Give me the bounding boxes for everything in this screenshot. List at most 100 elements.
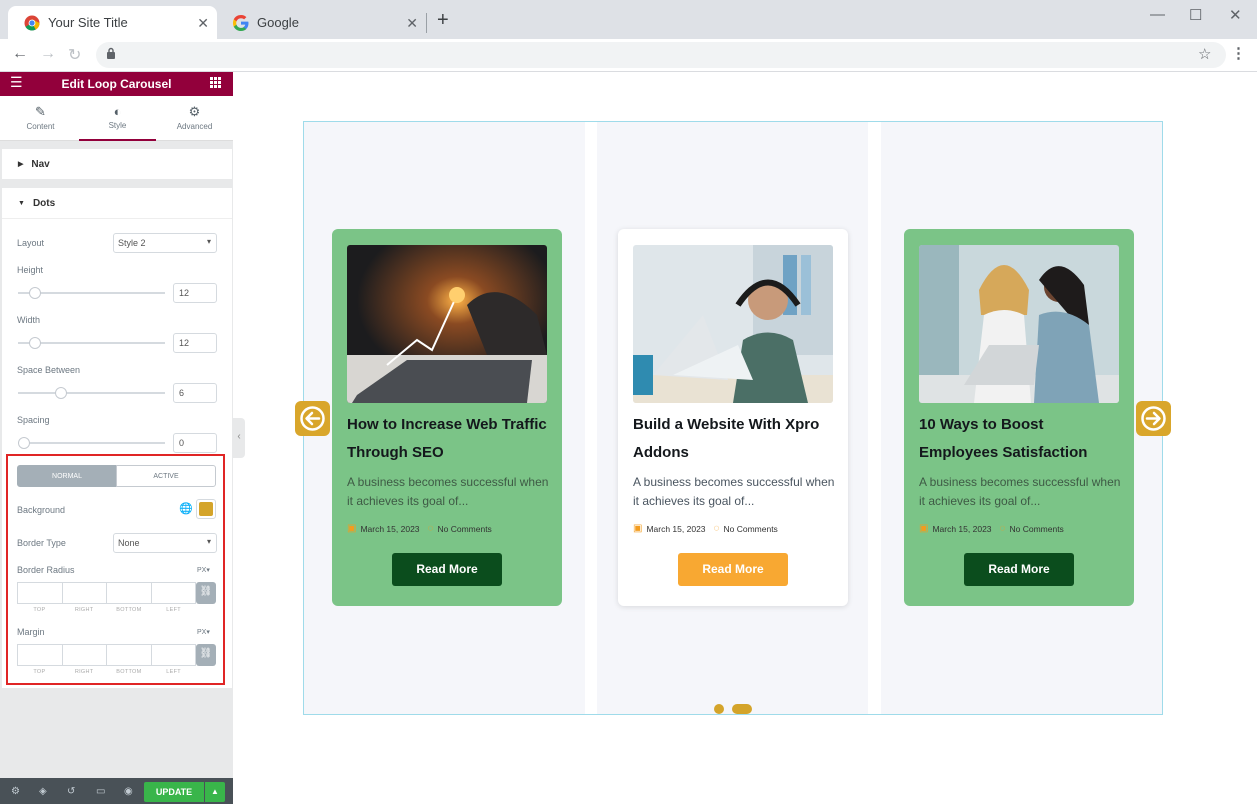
back-icon[interactable]: ← [12,45,28,63]
background-color-picker[interactable] [196,499,216,519]
maximize-button[interactable]: ☐ [1189,6,1202,24]
space-between-slider-handle[interactable] [55,387,67,399]
dropdown-caret-icon: ▾ [206,237,211,246]
unit-label: PX [197,567,207,574]
tab-active[interactable]: ACTIVE [116,465,216,487]
tab-style[interactable]: ◐ Style [79,96,156,141]
comment-icon: ◌ [999,523,1006,534]
space-between-slider-track[interactable] [18,392,165,394]
read-more-button[interactable]: Read More [678,553,788,586]
post-excerpt: A business becomes successful when it ac… [919,475,1121,508]
comment-icon: ◌ [713,523,720,534]
border-type-value: None [118,538,140,548]
bookmark-star-icon[interactable]: ☆ [1198,45,1211,63]
spacing-input[interactable]: 0 [173,433,217,453]
carousel-prev-button[interactable] [295,401,330,436]
margin-right-input[interactable] [63,645,107,665]
dim-label-top: TOP [33,607,46,613]
radius-bottom-input[interactable] [107,583,152,603]
history-icon[interactable]: ↺ [67,786,75,797]
tab-advanced[interactable]: ⚙ Advanced [156,96,233,141]
post-image-employees[interactable] [919,245,1119,403]
margin-dim-labels: TOP RIGHT BOTTOM LEFT [17,669,196,675]
layout-select[interactable]: Style 2 ▾ [113,233,217,253]
post-excerpt: A business becomes successful when it ac… [347,475,549,508]
post-card: How to Increase Web Traffic Through SEO … [332,229,562,606]
minimize-button[interactable]: — [1150,6,1165,23]
tab-normal[interactable]: NORMAL [17,465,117,487]
spacing-slider-track[interactable] [18,442,165,444]
post-date: March 15, 2023 [360,523,420,534]
preview-eye-icon[interactable]: ◉ [124,786,133,797]
border-type-select[interactable]: None ▾ [113,533,217,553]
reload-icon[interactable]: ↻ [68,45,81,65]
post-title[interactable]: How to Increase Web Traffic Through SEO [347,411,552,467]
post-comments[interactable]: No Comments [437,524,491,534]
width-input[interactable]: 12 [173,333,217,353]
spacing-slider-handle[interactable] [18,437,30,449]
height-input[interactable]: 12 [173,283,217,303]
dim-label-right: RIGHT [74,669,94,675]
width-slider-handle[interactable] [29,337,41,349]
post-meta: ▣ March 15, 2023 ◌ No Comments [347,523,557,534]
tab-title: Google [257,15,299,30]
post-comments[interactable]: No Comments [723,524,777,534]
collapse-panel-button[interactable]: ‹ [233,418,245,458]
post-image-xpro[interactable] [633,245,833,403]
border-radius-unit[interactable]: PX▾ [197,566,210,574]
tab-your-site-title[interactable]: Your Site Title ✕ [8,6,217,39]
post-card: 10 Ways to Boost Employees Satisfaction … [904,229,1134,606]
globe-icon[interactable]: 🌐 [179,502,193,515]
carousel-next-button[interactable] [1136,401,1171,436]
close-tab-icon[interactable]: ✕ [197,15,209,32]
browser-menu-icon[interactable]: ⋮ [1231,44,1246,62]
dropdown-caret-icon: ▾ [206,537,211,546]
layers-icon[interactable]: ◈ [39,786,47,797]
forward-icon[interactable]: → [40,45,56,63]
margin-bottom-input[interactable] [107,645,152,665]
carousel-dot-active[interactable] [732,704,752,714]
read-more-button[interactable]: Read More [392,553,502,586]
close-window-button[interactable]: ✕ [1229,6,1242,24]
margin-inputs[interactable] [17,644,196,666]
update-options-caret-icon[interactable]: ▲ [205,782,225,802]
spacing-label: Spacing [17,415,50,425]
carousel-dot[interactable] [714,704,724,714]
border-radius-inputs[interactable] [17,582,196,604]
post-title[interactable]: Build a Website With Xpro Addons [633,411,838,467]
link-values-icon[interactable]: ⛓ [196,644,216,666]
hamburger-menu-icon[interactable]: ☰ [10,74,23,91]
chrome-icon [24,15,40,31]
unit-label: PX [197,629,207,636]
caret-down-icon: ▼ [18,200,25,207]
post-date: March 15, 2023 [932,523,992,534]
dim-label-left: LEFT [166,669,181,675]
update-button[interactable]: UPDATE [144,782,204,802]
address-bar[interactable] [96,42,1226,68]
new-tab-button[interactable]: + [437,9,449,32]
margin-unit[interactable]: PX▾ [197,628,210,636]
section-dots[interactable]: ▼ Dots [2,189,232,219]
close-tab-icon[interactable]: ✕ [406,15,418,32]
radius-left-input[interactable] [152,583,196,603]
section-nav[interactable]: ▶ Nav [2,149,232,179]
post-excerpt: A business becomes successful when it ac… [633,475,835,508]
widgets-grid-icon[interactable] [210,75,221,93]
tab-google[interactable]: Google ✕ [217,6,426,39]
height-slider-handle[interactable] [29,287,41,299]
settings-icon[interactable]: ⚙ [11,786,20,797]
section-title: Nav [31,158,50,170]
responsive-icon[interactable]: ▭ [96,786,105,797]
margin-top-input[interactable] [18,645,63,665]
post-title[interactable]: 10 Ways to Boost Employees Satisfaction [919,411,1124,467]
post-comments[interactable]: No Comments [1009,524,1063,534]
space-between-input[interactable]: 6 [173,383,217,403]
radius-right-input[interactable] [63,583,107,603]
layout-value: Style 2 [118,238,146,248]
read-more-button[interactable]: Read More [964,553,1074,586]
tab-content[interactable]: ✎ Content [2,96,79,141]
radius-top-input[interactable] [18,583,63,603]
link-values-icon[interactable]: ⛓ [196,582,216,604]
margin-left-input[interactable] [152,645,196,665]
post-image-seo[interactable] [347,245,547,403]
